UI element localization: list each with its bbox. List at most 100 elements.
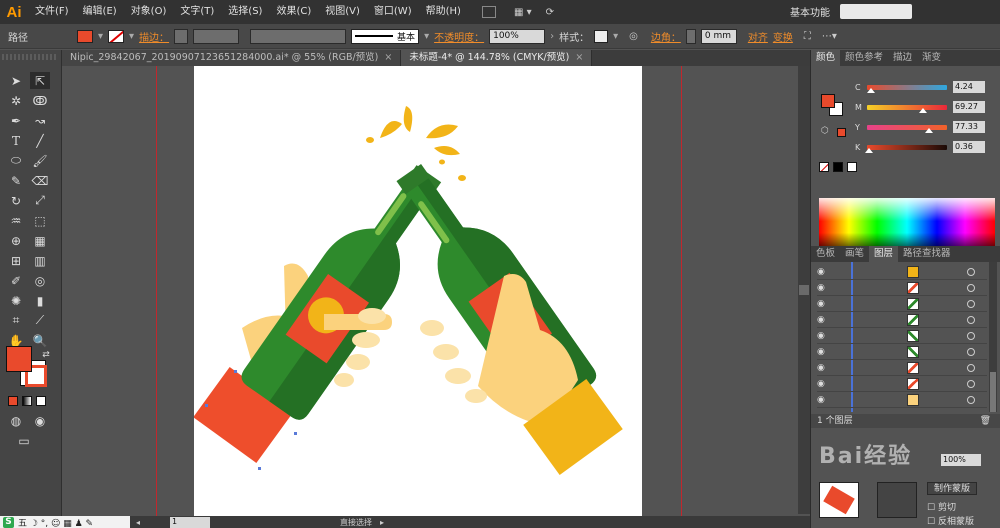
close-icon[interactable]: × [384, 52, 392, 63]
ellipse-tool-icon[interactable]: ⬭ [6, 152, 26, 169]
tab-swatches[interactable]: 色板 [811, 246, 840, 262]
recolor-icon[interactable]: ◎ [629, 31, 638, 42]
eye-icon[interactable]: ◉ [817, 395, 829, 405]
target-circle[interactable] [967, 315, 975, 324]
menu-edit[interactable]: 编辑(E) [76, 0, 124, 24]
fill-color-box[interactable] [6, 346, 32, 372]
tab-nipic-document[interactable]: Nipic_29842067_20190907123651284000.ai* … [62, 50, 402, 66]
target-circle[interactable] [967, 267, 975, 276]
isolate-icon[interactable]: ⛶ [804, 31, 811, 42]
menu-window[interactable]: 窗口(W) [367, 0, 419, 24]
graphic-style-swatch[interactable] [594, 29, 609, 43]
lasso-icon[interactable]: ↂ [30, 92, 50, 109]
brush-definition-select[interactable]: 基本 [351, 28, 420, 44]
layer-row[interactable]: ◉ [817, 360, 987, 376]
black-swatch[interactable] [833, 162, 843, 172]
eye-icon[interactable]: ◉ [817, 363, 829, 373]
beer-toast-illustration[interactable] [193, 66, 642, 516]
corner-label[interactable]: 边角： [651, 29, 681, 44]
stroke-label[interactable]: 描边： [139, 29, 169, 44]
panel-menu-icon[interactable]: ⋯▾ [822, 31, 837, 42]
color-mode-icon[interactable] [8, 396, 18, 406]
stroke-weight-input[interactable] [193, 28, 240, 44]
transform-link[interactable]: 变换 [773, 29, 793, 44]
slice-tool-icon[interactable]: ⟋ [30, 312, 50, 329]
perspective-grid-icon[interactable]: ▦ [30, 232, 50, 249]
target-circle[interactable] [967, 395, 975, 404]
layer-row[interactable]: ◉ [817, 376, 987, 392]
magenta-slider[interactable] [867, 104, 947, 113]
layer-row[interactable]: ◉ [817, 280, 987, 296]
scroll-thumb[interactable] [799, 285, 809, 295]
target-circle[interactable] [967, 299, 975, 308]
layer-row[interactable]: ◉ [817, 328, 987, 344]
screen-mode-icon[interactable]: ▭ [14, 432, 34, 449]
rotate-icon[interactable]: ↻ [6, 192, 26, 209]
gradient-mode-icon[interactable] [22, 396, 32, 406]
none-swatch[interactable] [819, 162, 829, 172]
bridge-icon[interactable] [481, 6, 496, 18]
black-slider-row[interactable]: K 0.36 [855, 140, 995, 154]
white-swatch[interactable] [847, 162, 857, 172]
blend-icon[interactable]: ◎ [30, 272, 50, 289]
scroll-thumb[interactable] [990, 372, 996, 412]
menu-object[interactable]: 对象(O) [124, 0, 174, 24]
ime-toolbar[interactable]: S 五 ☽ °, ☺ ▦ ♟ ✎ [0, 516, 130, 528]
gradient-icon[interactable]: ▥ [30, 252, 50, 269]
artboard-tool-icon[interactable]: ⌗ [6, 312, 26, 329]
menu-type[interactable]: 文字(T) [173, 0, 221, 24]
slider-knob[interactable] [865, 147, 873, 153]
mask-thumbnail[interactable] [877, 482, 917, 518]
symbol-sprayer-icon[interactable]: ✺ [6, 292, 26, 309]
transparency-opacity-input[interactable]: 100% [941, 454, 981, 466]
yellow-slider-row[interactable]: Y 77.33 [855, 120, 995, 134]
eyedropper-icon[interactable]: ✐ [6, 272, 26, 289]
target-circle[interactable] [967, 363, 975, 372]
artboard[interactable] [193, 66, 642, 516]
tab-stroke[interactable]: 描边 [888, 50, 917, 66]
eye-icon[interactable]: ◉ [817, 283, 829, 293]
out-of-gamut-swatch[interactable] [837, 128, 846, 137]
cyan-slider-row[interactable]: C 4.24 [855, 80, 995, 94]
type-tool-icon[interactable]: T [6, 132, 26, 149]
chevron-right-icon[interactable]: › [550, 31, 554, 42]
tab-color[interactable]: 颜色 [811, 50, 841, 66]
eye-icon[interactable]: ◉ [817, 347, 829, 357]
slider-knob[interactable] [919, 107, 927, 113]
make-mask-button[interactable]: 制作蒙版 [927, 482, 978, 495]
panel-fill-box[interactable] [821, 94, 835, 108]
magic-wand-icon[interactable]: ✲ [6, 92, 26, 109]
graph-tool-icon[interactable]: ▮ [30, 292, 50, 309]
chevron-down-icon[interactable]: ▾ [98, 31, 103, 42]
tab-untitled-4[interactable]: 未标题-4* @ 144.78% (CMYK/预览) × [401, 50, 593, 66]
nav-first-icon[interactable]: ◂ [136, 518, 140, 527]
opacity-label[interactable]: 不透明度： [434, 29, 484, 44]
none-mode-icon[interactable] [36, 396, 46, 406]
line-tool-icon[interactable]: ╱ [30, 132, 50, 149]
tab-layers[interactable]: 图层 [869, 246, 899, 262]
layer-row[interactable]: ◉ [817, 392, 987, 408]
free-transform-icon[interactable]: ⬚ [30, 212, 50, 229]
tab-pathfinder[interactable]: 路径查找器 [898, 246, 956, 262]
menu-help[interactable]: 帮助(H) [419, 0, 468, 24]
variable-width-select[interactable] [250, 28, 347, 44]
target-circle[interactable] [967, 379, 975, 388]
chevron-down-icon[interactable]: ▾ [424, 31, 429, 42]
target-circle[interactable] [967, 347, 975, 356]
black-value-input[interactable]: 0.36 [953, 141, 985, 153]
black-slider[interactable] [865, 144, 947, 153]
slider-knob[interactable] [925, 127, 933, 133]
close-icon[interactable]: × [575, 52, 583, 63]
pen-tool-icon[interactable]: ✒ [6, 112, 26, 129]
eye-icon[interactable]: ◉ [817, 267, 829, 277]
selection-tool-icon[interactable]: ➤ [6, 72, 26, 89]
stroke-swatch[interactable] [108, 29, 125, 43]
corner-input[interactable]: 0 mm [700, 28, 737, 44]
corner-stepper[interactable] [685, 28, 696, 44]
paintbrush-icon[interactable]: 🖌 [30, 152, 50, 169]
trash-icon[interactable]: 🗑 [980, 414, 1000, 428]
layer-row[interactable]: ◉ [817, 264, 987, 280]
chevron-right-icon[interactable]: ▸ [380, 518, 384, 527]
object-thumbnail[interactable] [819, 482, 859, 518]
layer-row[interactable]: ◉ [817, 312, 987, 328]
